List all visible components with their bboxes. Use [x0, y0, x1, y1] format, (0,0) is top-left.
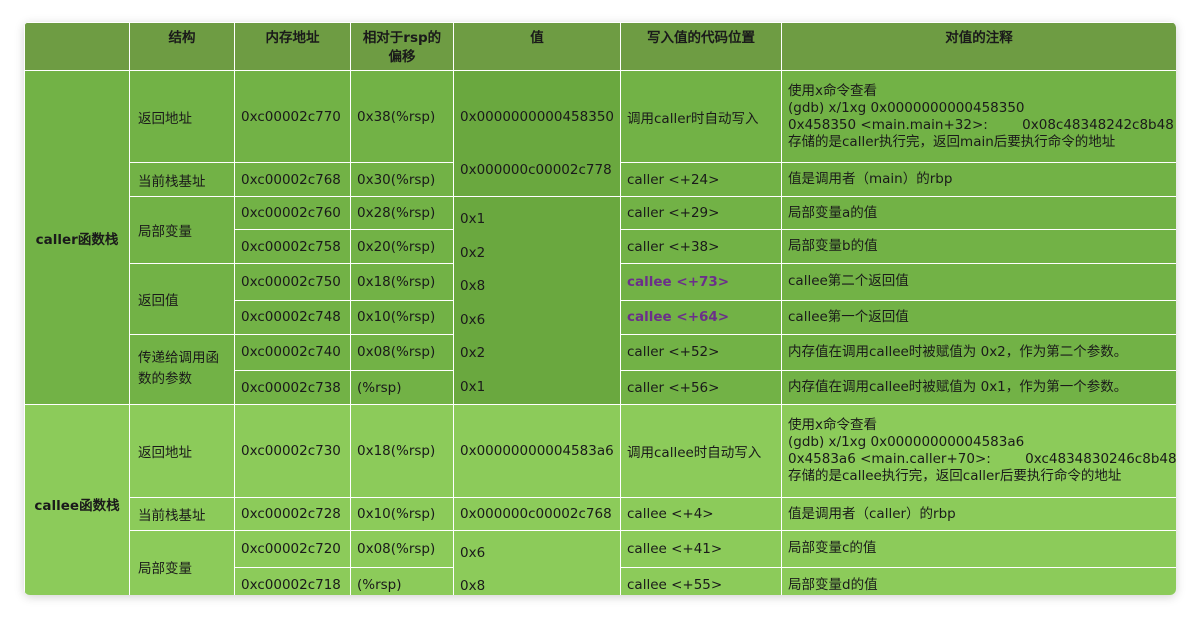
cell-address: 0xc00002c750: [234, 263, 351, 301]
struct-return-address: 返回地址: [129, 70, 235, 163]
cell-value: 0x2: [460, 345, 486, 361]
cell-offset: (%rsp): [350, 566, 454, 595]
cell-offset: 0x10(%rsp): [350, 497, 454, 531]
cell-code: caller <+38>: [620, 229, 782, 264]
cell-value: 0x8: [460, 278, 486, 294]
cell-code-highlight: callee <+64>: [620, 299, 782, 335]
cell-note: 局部变量d的值: [781, 566, 1176, 595]
cell-offset: 0x38(%rsp): [350, 70, 454, 163]
cell-offset: 0x10(%rsp): [350, 299, 454, 335]
cell-value: 0x6: [460, 311, 486, 328]
header-address: 内存地址: [234, 22, 351, 71]
caller-section: caller函数栈 返回地址 0xc00002c770 0x38(%rsp) 0…: [24, 70, 1176, 405]
cell-address: 0xc00002c770: [234, 70, 351, 163]
cell-note: 值是调用者（main）的rbp: [781, 162, 1176, 197]
table-row: callee函数栈 返回地址 0xc00002c730 0x18(%rsp) 0…: [24, 404, 1176, 595]
cell-note: 使用x命令查看 (gdb) x/1xg 0x0000000000458350 0…: [781, 70, 1176, 163]
note-line: 存储的是callee执行完，返回caller后要执行命令的地址: [788, 468, 1122, 484]
cell-value-block: 0x6 0x8: [453, 530, 621, 595]
note-line: 0x458350 <main.main+32>: 0x08c48348242c8…: [788, 116, 1174, 133]
cell-address: 0xc00002c748: [234, 299, 351, 335]
cell-note: callee第二个返回值: [781, 263, 1176, 301]
cell-value: 0x1: [460, 211, 486, 227]
table-row: 局部变量 0xc00002c760 0x28(%rsp) 0x1 0x2 0x8…: [25, 196, 1176, 405]
cell-offset: 0x08(%rsp): [350, 333, 454, 371]
header-note: 对值的注释: [781, 22, 1176, 71]
cell-address: 0xc00002c728: [234, 497, 351, 531]
note-line: 使用x命令查看: [788, 417, 877, 433]
cell-value: 0x1: [460, 378, 486, 395]
cell-note: 内存值在调用callee时被赋值为 0x2，作为第二个参数。: [781, 333, 1176, 371]
stack-table: 结构 内存地址 相对于rsp的偏移 值 写入值的代码位置 对值的注释 calle…: [24, 22, 1176, 595]
cell-code: caller <+56>: [620, 370, 782, 405]
note-line: (gdb) x/1xg 0x0000000000458350: [788, 99, 1025, 116]
cell-address: 0xc00002c718: [234, 566, 351, 595]
cell-value: 0x6: [460, 545, 486, 561]
cell-offset: 0x18(%rsp): [350, 263, 454, 301]
cell-address: 0xc00002c760: [234, 196, 351, 230]
cell-code: caller <+24>: [620, 162, 782, 197]
cell-code: caller <+52>: [620, 333, 782, 371]
cell-value-block: 0x0000000000458350 0x000000c00002c778: [453, 70, 621, 197]
cell-address: 0xc00002c758: [234, 229, 351, 264]
cell-note: 使用x命令查看 (gdb) x/1xg 0x00000000004583a6 0…: [781, 404, 1176, 498]
cell-value: 0x000000c00002c778: [460, 162, 612, 178]
struct-local-vars: 局部变量: [129, 530, 235, 595]
cell-offset: 0x18(%rsp): [350, 404, 454, 498]
callee-group-label: callee函数栈: [24, 404, 130, 595]
cell-note: 局部变量a的值: [781, 196, 1176, 230]
note-line: (gdb) x/1xg 0x00000000004583a6: [788, 434, 1025, 450]
cell-value: 0x000000c00002c768: [453, 497, 621, 531]
header-row: 结构 内存地址 相对于rsp的偏移 值 写入值的代码位置 对值的注释: [24, 22, 1176, 71]
cell-code: 调用callee时自动写入: [620, 404, 782, 498]
cell-note: callee第一个返回值: [781, 299, 1176, 335]
cell-value: 0x0000000000458350: [460, 109, 615, 125]
cell-note: 局部变量b的值: [781, 229, 1176, 264]
struct-return-address: 返回地址: [129, 404, 235, 498]
header-structure: 结构: [129, 22, 235, 71]
struct-frame-base: 当前栈基址: [129, 497, 235, 531]
struct-frame-base: 当前栈基址: [129, 162, 235, 197]
cell-value-block: 0x1 0x2 0x8 0x6 0x2 0x1: [453, 196, 621, 405]
struct-return-values: 返回值: [129, 263, 235, 335]
cell-value: 0x8: [460, 578, 486, 594]
cell-code-highlight: callee <+73>: [620, 263, 782, 301]
cell-address: 0xc00002c730: [234, 404, 351, 498]
cell-code: callee <+41>: [620, 530, 782, 568]
cell-offset: (%rsp): [350, 370, 454, 405]
caller-group-label: caller函数栈: [24, 70, 130, 405]
stack-table-card: 结构 内存地址 相对于rsp的偏移 值 写入值的代码位置 对值的注释 calle…: [24, 22, 1176, 595]
cell-offset: 0x28(%rsp): [350, 196, 454, 230]
table-row: 局部变量 0xc00002c720 0x08(%rsp) 0x6 0x8 cal…: [25, 530, 1176, 595]
table-row: caller函数栈 返回地址 0xc00002c770 0x38(%rsp) 0…: [24, 70, 1176, 405]
cell-offset: 0x20(%rsp): [350, 229, 454, 264]
cell-note: 局部变量c的值: [781, 530, 1176, 568]
struct-local-vars: 局部变量: [129, 196, 235, 264]
header-empty: [24, 22, 130, 71]
cell-address: 0xc00002c720: [234, 530, 351, 568]
cell-code: callee <+4>: [620, 497, 782, 531]
header-value: 值: [453, 22, 621, 71]
note-line: 使用x命令查看: [788, 82, 877, 99]
cell-offset: 0x08(%rsp): [350, 530, 454, 568]
cell-code: callee <+55>: [620, 566, 782, 595]
cell-address: 0xc00002c740: [234, 333, 351, 371]
cell-value: 0x00000000004583a6: [453, 404, 621, 498]
struct-call-args: 传递给调用函数的参数: [129, 333, 235, 405]
header-code-location: 写入值的代码位置: [620, 22, 782, 71]
cell-code: caller <+29>: [620, 196, 782, 230]
table-row: 当前栈基址 0xc00002c728 0x10(%rsp) 0x000000c0…: [25, 497, 1176, 531]
cell-note: 值是调用者（caller）的rbp: [781, 497, 1176, 531]
cell-value: 0x2: [460, 244, 486, 261]
cell-offset: 0x30(%rsp): [350, 162, 454, 197]
header-offset: 相对于rsp的偏移: [350, 22, 454, 71]
cell-address: 0xc00002c768: [234, 162, 351, 197]
callee-section: callee函数栈 返回地址 0xc00002c730 0x18(%rsp) 0…: [24, 404, 1176, 595]
note-line: 0x4583a6 <main.caller+70>: 0xc4834830246…: [788, 451, 1176, 467]
cell-note: 内存值在调用callee时被赋值为 0x1，作为第一个参数。: [781, 370, 1176, 405]
cell-address: 0xc00002c738: [234, 370, 351, 405]
cell-code: 调用caller时自动写入: [620, 70, 782, 163]
note-line: 存储的是caller执行完，返回main后要执行命令的地址: [788, 133, 1116, 150]
